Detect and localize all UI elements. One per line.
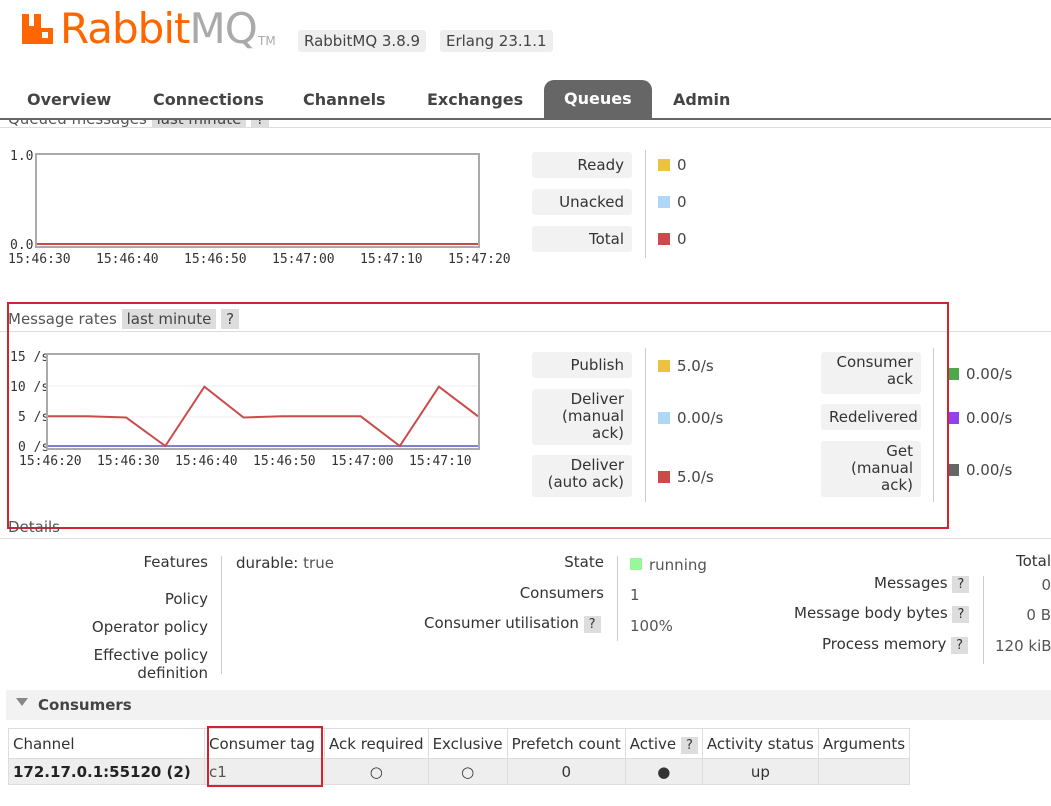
- table-header-row: Channel Consumer tag Ack required Exclus…: [8, 728, 911, 759]
- col-exclusive[interactable]: Exclusive: [427, 728, 508, 759]
- queued-y-label: 1.0: [10, 149, 34, 164]
- tab-connections[interactable]: Connections: [153, 86, 264, 118]
- messages-help[interactable]: ?: [952, 576, 970, 593]
- collapse-triangle-icon[interactable]: [16, 698, 28, 706]
- activity-status-cell: up: [701, 758, 819, 785]
- get-manual-value: 0.00/s: [966, 461, 1013, 479]
- process-memory-value: 120 kiB: [995, 637, 1051, 655]
- details-separator: [617, 556, 618, 641]
- consumers-section-header[interactable]: Consumers: [6, 690, 1051, 720]
- exclusive-cell: ○: [427, 758, 508, 785]
- queued-chart: [35, 153, 480, 248]
- highlight-box: [7, 302, 949, 529]
- queued-x-label: 15:46:50: [184, 252, 247, 267]
- tab-overview[interactable]: Overview: [27, 86, 111, 118]
- highlight-box: [207, 726, 323, 787]
- queued-x-label: 15:46:30: [8, 252, 71, 267]
- effective-policy-label: Effective policy definition: [93, 646, 208, 682]
- legend-total[interactable]: Total: [532, 226, 632, 252]
- unacked-value: 0: [677, 193, 687, 211]
- consumers-label: Consumers: [519, 584, 604, 602]
- details-separator: [983, 576, 984, 664]
- col-arguments[interactable]: Arguments: [817, 728, 911, 759]
- active-help[interactable]: ?: [680, 736, 698, 754]
- logo-tm: TM: [258, 34, 276, 48]
- rabbitmq-version-badge: RabbitMQ 3.8.9: [298, 30, 427, 52]
- queued-x-label: 15:47:20: [448, 252, 511, 267]
- body-bytes-help[interactable]: ?: [952, 606, 970, 623]
- tab-admin[interactable]: Admin: [673, 86, 730, 118]
- col-channel[interactable]: Channel: [8, 728, 205, 759]
- utilisation-label: Consumer utilisation ?: [424, 614, 601, 633]
- channel-link[interactable]: 172.17.0.1:55120 (2): [8, 758, 205, 785]
- tab-exchanges[interactable]: Exchanges: [427, 86, 523, 118]
- ack-required-cell: ○: [324, 758, 429, 785]
- queued-x-label: 15:47:10: [360, 252, 423, 267]
- total-header: Total: [1015, 552, 1051, 570]
- legend-separator: [645, 150, 646, 258]
- redelivered-value: 0.00/s: [966, 409, 1013, 427]
- legend-unacked[interactable]: Unacked: [532, 189, 632, 215]
- queued-x-label: 15:47:00: [272, 252, 335, 267]
- unacked-swatch: [658, 196, 670, 208]
- queued-y-label: 0.0: [10, 238, 34, 253]
- legend-ready[interactable]: Ready: [532, 152, 632, 178]
- state-label: State: [564, 553, 604, 571]
- queued-x-label: 15:46:40: [96, 252, 159, 267]
- table-row: 172.17.0.1:55120 (2) c1 ○ ○ 0 ● up: [8, 758, 911, 785]
- body-bytes-value: 0 B: [1026, 606, 1051, 624]
- rabbitmq-logo-icon: [22, 14, 53, 44]
- running-indicator: [630, 558, 642, 570]
- utilisation-value: 100%: [630, 617, 673, 635]
- divider: [0, 538, 1051, 539]
- col-active[interactable]: Active ?: [624, 728, 703, 759]
- features-value: durable: true: [236, 554, 334, 572]
- divider: [0, 127, 1051, 128]
- total-swatch: [658, 233, 670, 245]
- details-title[interactable]: Details: [8, 518, 60, 536]
- process-memory-help[interactable]: ?: [951, 637, 969, 654]
- consumers-title: Consumers: [38, 696, 132, 714]
- consumer-ack-value: 0.00/s: [966, 365, 1013, 383]
- utilisation-help[interactable]: ?: [583, 616, 601, 633]
- consumers-table: Channel Consumer tag Ack required Exclus…: [8, 728, 911, 785]
- ready-swatch: [658, 159, 670, 171]
- state-value: running: [649, 556, 707, 574]
- col-activity-status[interactable]: Activity status: [701, 728, 819, 759]
- features-label: Features: [143, 553, 209, 571]
- active-cell: ●: [624, 758, 703, 785]
- tab-channels[interactable]: Channels: [303, 86, 386, 118]
- total-value: 0: [677, 230, 687, 248]
- erlang-version-badge: Erlang 23.1.1: [440, 30, 553, 52]
- ready-value: 0: [677, 156, 687, 174]
- operator-policy-label: Operator policy: [91, 618, 208, 636]
- prefetch-count-cell: 0: [506, 758, 626, 785]
- process-memory-label: Process memory ?: [822, 635, 969, 654]
- messages-value: 0: [1041, 576, 1051, 594]
- messages-label: Messages ?: [874, 574, 970, 593]
- arguments-cell: [817, 758, 911, 785]
- policy-label: Policy: [164, 590, 208, 608]
- details-separator: [221, 556, 222, 674]
- body-bytes-label: Message body bytes ?: [794, 604, 970, 623]
- tab-queues[interactable]: Queues: [544, 80, 652, 118]
- logo-text[interactable]: RabbitMQ: [60, 4, 258, 53]
- col-ack-required[interactable]: Ack required: [324, 728, 429, 759]
- consumers-value: 1: [630, 586, 640, 604]
- col-prefetch-count[interactable]: Prefetch count: [506, 728, 626, 759]
